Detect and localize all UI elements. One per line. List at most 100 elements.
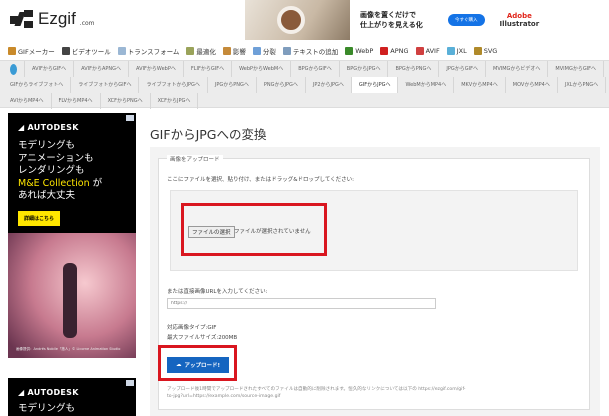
logo-icon [10,10,34,28]
tab[interactable]: GIFからライブフォトへ [3,77,72,93]
tab[interactable]: JP2からJPGへ [306,77,352,93]
ad-choices-icon[interactable] [126,380,134,386]
ad-copy: が [89,177,103,189]
upload-note: アップロード後1時間でアップロードされたすべてのファイルは自動的に削除されます。… [167,387,466,399]
nav-icon [446,47,455,55]
tab[interactable]: AVIFからWebPへ [129,61,184,77]
nav-label: AVIF [425,47,440,55]
nav-icon [186,47,195,55]
nav-item[interactable]: 分裂 [252,46,276,56]
tab[interactable]: BPGからPNGへ [388,61,440,77]
ad-photo [245,0,350,40]
cloud-upload-icon: ☁ [175,362,182,368]
upload-instruction: ここにファイルを選択、貼り付け、またはドラッグ&ドロップしてください: [167,177,355,183]
tab[interactable]: MOVからMP4へ [506,77,558,93]
converter-tabs: AVIFからGIFへ AVIFからAPNGへ AVIFからWebPへ FLIFからGI… [0,60,609,109]
tab[interactable]: MVIMGからビデオへ [486,61,549,77]
supported-types: 対応画像タイプ:GIF [167,325,217,331]
tab[interactable]: JXLからPNGへ [558,77,607,93]
tab[interactable]: XCFからPNGへ [101,93,151,109]
ad-credit: 画像提供：Andrés Nobile「旅人」© Licorne Animatio… [16,347,121,351]
tab[interactable]: JPGからPNGへ [208,77,257,93]
nav-item[interactable]: JXL [446,46,467,56]
nav-item[interactable]: 最適化 [186,46,216,56]
fieldset-legend: 画像をアップロード [167,155,223,163]
ad-copy: モデリングも [18,140,76,151]
nav-label: 最適化 [196,48,216,56]
tab[interactable]: FLIFからGIFへ [184,61,233,77]
nav-item[interactable]: GIFメーカー [8,46,55,56]
nav-item[interactable]: WebP [345,46,373,56]
tab[interactable]: AVIからMP4へ [3,93,52,109]
nav-label: GIFメーカー [18,48,55,56]
ad-copy: あれば大丈夫 [18,190,76,201]
no-file-label: ファイルが選択されていません [234,229,311,235]
url-input[interactable] [167,298,436,309]
tab[interactable]: ライブフォトからGIFへ [71,77,140,93]
ad-copy: アニメーションも [18,152,94,164]
nav-icon [473,47,482,55]
nav-icon [345,47,354,55]
nav-icon [61,47,70,55]
tab[interactable]: ライブフォトからJPGへ [139,77,208,93]
nav-label: JXL [456,47,467,55]
nav-label: APNG [390,47,409,55]
tab[interactable]: PNGからJPGへ [257,77,306,93]
nav-item[interactable]: トランスフォーム [117,46,179,56]
nav-icon [252,47,261,55]
nav-item[interactable]: テキストの追加 [282,46,339,56]
ad-copy: モデリングも [18,403,76,414]
tab[interactable]: AVIFからGIFへ [25,61,75,77]
nav-item[interactable]: SVG [473,46,498,56]
ad-buy-button[interactable]: 今すぐ購入 [448,14,485,26]
tab[interactable]: MVIMGからGIFへ [548,61,605,77]
tab[interactable]: GIFからJPGへ [351,77,399,93]
ad-line-2: 仕上がりを見える化 [360,21,423,29]
ad-copy: レンダリングも [18,165,85,176]
tab[interactable]: MKVからMP4へ [454,77,506,93]
main-nav: GIFメーカー ビデオツール トランスフォーム 最適化 影響 分裂 テキストの追加 WebP A… [8,46,497,56]
ad-artwork: 画像提供：Andrés Nobile「旅人」© Licorne Animatio… [8,233,136,358]
ad-brand: AUTODESK [27,123,79,132]
logo-text: Ezgif [38,9,76,28]
tab[interactable]: JPGからGIFへ [439,61,487,77]
ad-copy: M&E Collection [18,177,90,189]
top-ad-banner[interactable]: 画像を置くだけで 仕上がりを見える化 今すぐ購入 Adobe Illustrator [245,0,555,40]
page-title: GIFからJPGへの変換 [150,127,267,142]
tab[interactable]: XCFからJPGへ [151,93,199,109]
home-icon[interactable] [3,61,25,77]
ad-line-1: 画像を置くだけで [360,11,416,19]
nav-label: テキストの追加 [292,48,339,56]
nav-item[interactable]: 影響 [222,46,246,56]
upload-label: アップロード! [184,363,220,369]
ad-brand: Adobe [506,12,532,20]
nav-item[interactable]: ビデオツール [61,46,111,56]
ad-choices-icon[interactable] [126,115,134,121]
nav-item[interactable]: AVIF [415,46,440,56]
url-label: または直接画像URLを入力してください: [167,289,268,295]
nav-label: WebP [355,47,374,55]
nav-item[interactable]: APNG [380,46,409,56]
nav-icon [117,47,126,55]
nav-icon [282,47,291,55]
nav-label: SVG [483,47,498,55]
max-file-size: 最大ファイルサイズ:200MB [167,335,238,341]
tab[interactable]: WebPからWebMへ [232,61,292,77]
side-ad[interactable]: ◢ AUTODESK モデリングも アニメーションも レンダリングも M&E C… [8,113,136,358]
nav-label: 影響 [232,48,246,56]
ad-cta-button[interactable]: 詳細はこちら [18,210,61,226]
upload-button[interactable]: ☁ アップロード! [167,357,229,373]
logo-suffix: .com [79,19,95,27]
tab[interactable]: AVIFからAPNGへ [74,61,130,77]
tab[interactable]: BPGからGIFへ [291,61,340,77]
side-ad-2[interactable]: ◢ AUTODESK モデリングも [8,378,136,416]
nav-icon [415,47,424,55]
tab[interactable]: BPGからJPGへ [340,61,389,77]
tab[interactable]: FLVからMP4へ [52,93,101,109]
nav-icon [380,47,389,55]
tab[interactable]: WebMからMP4へ [398,77,455,93]
nav-label: 分裂 [262,48,276,56]
choose-file-button[interactable]: ファイルの選択 [188,226,235,238]
site-logo[interactable]: Ezgif .com [10,9,95,29]
nav-icon [8,47,16,55]
